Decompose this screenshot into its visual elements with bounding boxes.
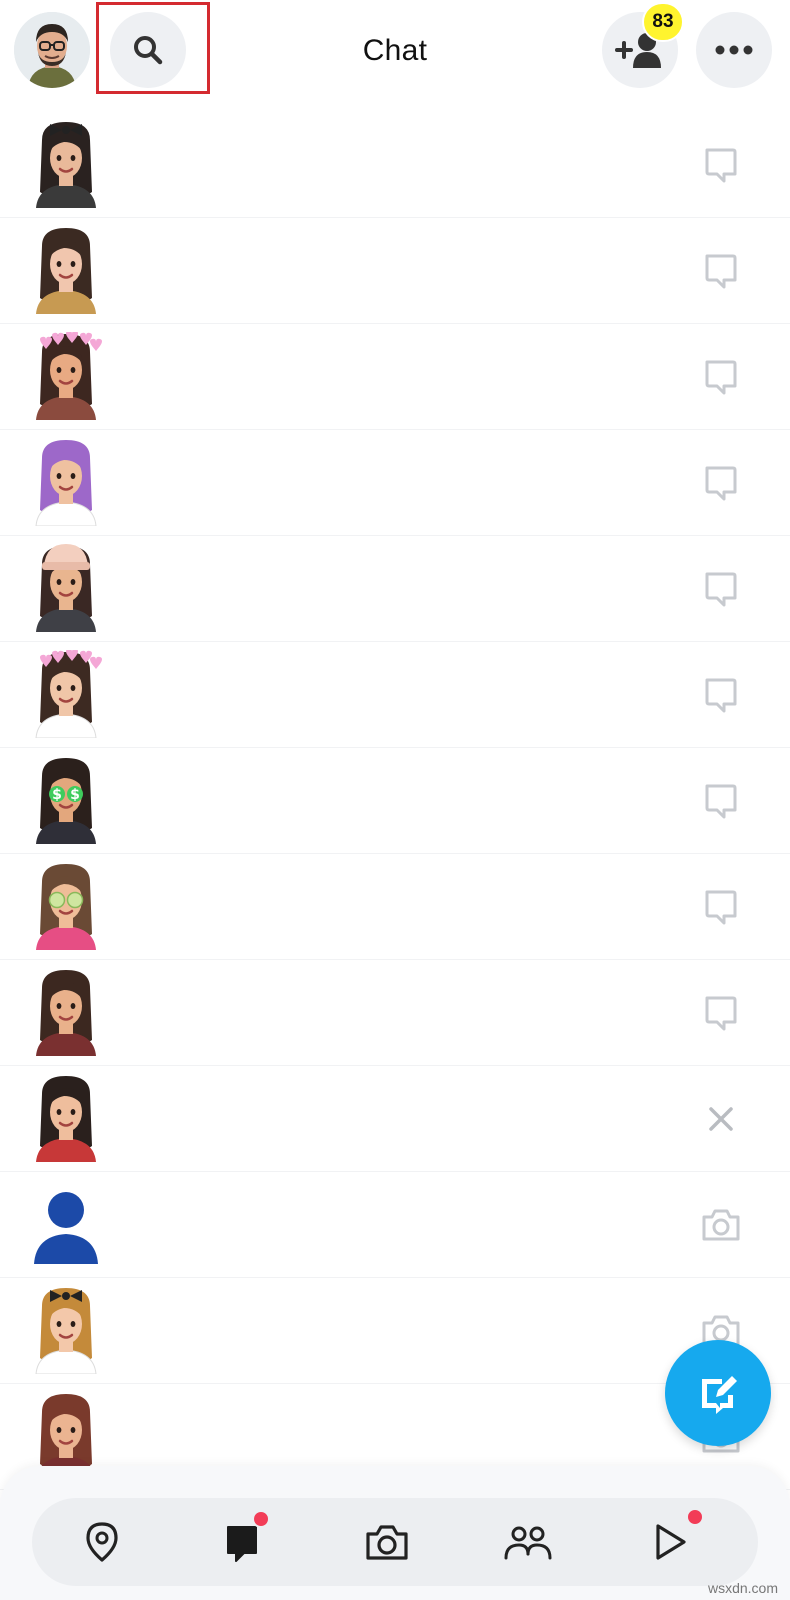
- chat-bubble-icon: [705, 572, 737, 607]
- friend-avatar: [36, 970, 96, 1056]
- chat-row[interactable]: [0, 430, 790, 536]
- friend-avatar: [35, 440, 97, 527]
- chat-list: $ $: [0, 112, 790, 1490]
- chat-bubble-icon: [705, 148, 737, 183]
- chat-bubble-icon: [705, 678, 737, 713]
- map-pin-icon: [86, 1522, 118, 1562]
- friend-avatar: [36, 330, 102, 420]
- friend-avatar: [36, 864, 96, 950]
- chat-row[interactable]: [0, 324, 790, 430]
- friend-avatar-container[interactable]: $ $: [28, 756, 104, 844]
- friend-avatar-container[interactable]: [28, 544, 104, 632]
- more-options-button[interactable]: [696, 12, 772, 88]
- friend-avatar: [35, 1288, 97, 1375]
- nav-stories[interactable]: [498, 1512, 558, 1572]
- more-icon: [715, 45, 753, 55]
- bottom-sheet: [0, 1466, 790, 1600]
- friend-avatar: [36, 1076, 96, 1162]
- camera-icon: [366, 1525, 408, 1560]
- friend-request-badge: 83: [642, 2, 684, 42]
- chat-row[interactable]: [0, 536, 790, 642]
- bottom-nav: [32, 1498, 758, 1586]
- chat-row[interactable]: [0, 112, 790, 218]
- svg-text:$: $: [70, 787, 80, 803]
- row-action-button[interactable]: [700, 1204, 742, 1246]
- top-bar: Chat 83: [0, 0, 790, 108]
- friend-avatar: [36, 544, 96, 632]
- friend-avatar: [36, 122, 96, 208]
- row-action-button[interactable]: [700, 674, 742, 716]
- row-action-button[interactable]: [700, 250, 742, 292]
- friends-icon: [504, 1526, 552, 1560]
- nav-chat[interactable]: [212, 1510, 272, 1572]
- svg-text:$: $: [52, 787, 62, 803]
- friend-avatar-container[interactable]: [28, 862, 104, 950]
- spotlight-notification-dot: [686, 1508, 704, 1526]
- chat-bubble-icon: [705, 466, 737, 501]
- chat-notification-dot: [252, 1510, 270, 1528]
- friend-avatar-container[interactable]: [28, 1286, 104, 1375]
- row-action-button[interactable]: [700, 356, 742, 398]
- chat-row[interactable]: $ $: [0, 748, 790, 854]
- chat-bubble-icon: [705, 784, 737, 819]
- new-chat-button[interactable]: [665, 1340, 771, 1446]
- row-action-button[interactable]: [700, 144, 742, 186]
- chat-bubble-icon: [705, 254, 737, 289]
- friend-avatar: [35, 648, 102, 739]
- friend-avatar-container[interactable]: [28, 1074, 104, 1162]
- nav-map[interactable]: [72, 1512, 132, 1572]
- row-action-button[interactable]: [700, 568, 742, 610]
- friend-avatar-container[interactable]: [28, 120, 104, 208]
- chat-row[interactable]: [0, 960, 790, 1066]
- chat-row[interactable]: [0, 218, 790, 324]
- chat-bubble-icon: [705, 360, 737, 395]
- friend-avatar: [36, 228, 96, 314]
- chat-row[interactable]: [0, 1172, 790, 1278]
- play-icon: [656, 1524, 686, 1560]
- chat-row[interactable]: [0, 854, 790, 960]
- chat-row[interactable]: [0, 1066, 790, 1172]
- friend-avatar-container[interactable]: [28, 968, 104, 1056]
- friend-avatar-container[interactable]: [28, 1180, 104, 1268]
- row-action-button[interactable]: [700, 462, 742, 504]
- row-action-button[interactable]: [700, 992, 742, 1034]
- camera-icon: [702, 1209, 740, 1241]
- row-action-button[interactable]: [700, 886, 742, 928]
- nav-camera[interactable]: [357, 1512, 417, 1572]
- friend-avatar-container[interactable]: [28, 648, 104, 739]
- new-chat-icon: [702, 1376, 737, 1414]
- nav-spotlight[interactable]: [640, 1508, 704, 1572]
- chat-bubble-icon: [705, 996, 737, 1031]
- friend-avatar-container[interactable]: [28, 226, 104, 314]
- row-action-button[interactable]: [700, 1098, 742, 1140]
- close-icon: [709, 1107, 733, 1131]
- friend-avatar: $ $: [36, 758, 96, 844]
- chat-icon: [227, 1526, 257, 1562]
- friend-avatar-container[interactable]: [28, 330, 104, 420]
- friend-avatar: [34, 1192, 98, 1264]
- friend-avatar-container[interactable]: [28, 438, 104, 527]
- row-action-button[interactable]: [700, 780, 742, 822]
- watermark: wsxdn.com: [707, 1580, 778, 1596]
- chat-row[interactable]: [0, 642, 790, 748]
- chat-bubble-icon: [705, 890, 737, 925]
